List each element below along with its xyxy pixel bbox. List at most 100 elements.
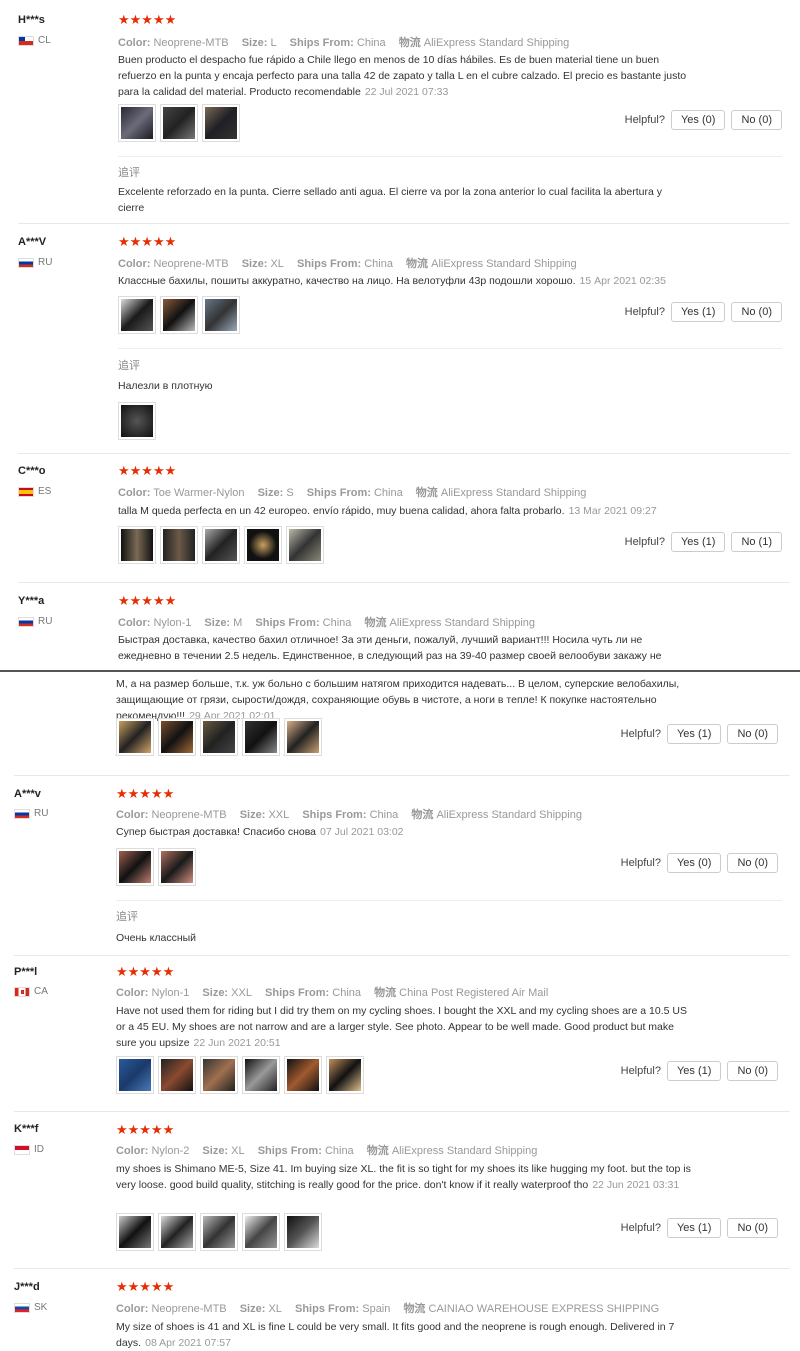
vote-no-button[interactable]: No (0)	[731, 302, 782, 322]
reviewer-country: RU	[18, 257, 52, 268]
review-photos	[118, 526, 324, 564]
vote-yes-button[interactable]: Yes (1)	[666, 724, 722, 744]
review-photos	[116, 1056, 364, 1094]
divider	[18, 582, 790, 583]
sku-info: Color: Neoprene-MTB Size: L Ships From: …	[118, 37, 570, 49]
review-photo[interactable]	[158, 1213, 196, 1251]
reviewer-country: RU	[14, 808, 48, 819]
review-photo[interactable]	[116, 848, 154, 886]
review-photo[interactable]	[118, 296, 156, 334]
flag-es-icon	[18, 486, 34, 497]
vote-yes-button[interactable]: Yes (1)	[670, 302, 726, 322]
review-photo[interactable]	[160, 104, 198, 142]
star-rating: ★★★★★	[116, 964, 175, 979]
followup-text: Excelente reforzado en la punta. Cierre …	[118, 186, 662, 214]
followup-label: 追评	[118, 167, 140, 179]
review-photos	[116, 718, 322, 756]
star-rating: ★★★★★	[116, 786, 175, 801]
divider	[14, 1268, 790, 1269]
flag-ru-icon	[18, 616, 34, 627]
review-photo[interactable]	[200, 718, 238, 756]
sku-info: Color: Nylon-1 Size: M Ships From: China…	[118, 617, 536, 629]
helpful-vote: Helpful? Yes (1) No (1)	[625, 532, 782, 552]
review-photo[interactable]	[118, 402, 156, 440]
review-date: 08 Apr 2021 07:57	[145, 1337, 231, 1349]
reviewer-country: CA	[14, 986, 48, 997]
vote-yes-button[interactable]: Yes (1)	[666, 1061, 722, 1081]
review-photo[interactable]	[118, 104, 156, 142]
review-photo[interactable]	[200, 1213, 238, 1251]
divider	[14, 955, 790, 956]
helpful-vote: Helpful? Yes (1) No (0)	[621, 724, 778, 744]
review-photo[interactable]	[202, 526, 240, 564]
vote-yes-button[interactable]: Yes (0)	[666, 853, 722, 873]
divider	[18, 223, 790, 224]
helpful-vote: Helpful? Yes (0) No (0)	[625, 110, 782, 130]
vote-no-button[interactable]: No (0)	[727, 1218, 778, 1238]
sku-info: Color: Toe Warmer-Nylon Size: S Ships Fr…	[118, 487, 587, 499]
star-rating: ★★★★★	[118, 593, 177, 608]
review-photo[interactable]	[160, 296, 198, 334]
review-photo[interactable]	[160, 526, 198, 564]
helpful-vote: Helpful? Yes (1) No (0)	[621, 1061, 778, 1081]
review-text: Супер быстрая доставка! Спасибо снова 07 …	[116, 826, 404, 838]
review-date: 22 Jun 2021 03:31	[592, 1179, 680, 1191]
followup-photos	[118, 402, 156, 440]
review-photo[interactable]	[284, 1056, 322, 1094]
review-photo[interactable]	[242, 1056, 280, 1094]
review-photo[interactable]	[158, 848, 196, 886]
review-photo[interactable]	[116, 1213, 154, 1251]
review-text: Buen producto el despacho fue rápido a C…	[118, 54, 687, 98]
vote-yes-button[interactable]: Yes (1)	[670, 532, 726, 552]
reviewer-name: J***d	[14, 1281, 40, 1293]
vote-no-button[interactable]: No (0)	[731, 110, 782, 130]
review-date: 07 Jul 2021 03:02	[320, 826, 404, 838]
vote-no-button[interactable]: No (0)	[727, 853, 778, 873]
reviewer-name: K***f	[14, 1123, 39, 1135]
review-photo[interactable]	[202, 296, 240, 334]
review-date: 13 Mar 2021 09:27	[568, 505, 657, 517]
review-text: Have not used them for riding but I did …	[116, 1005, 687, 1049]
vote-no-button[interactable]: No (1)	[731, 532, 782, 552]
sku-info: Color: Nylon-1 Size: XXL Ships From: Chi…	[116, 987, 549, 999]
review-date: 22 Jun 2021 20:51	[193, 1037, 281, 1049]
star-rating: ★★★★★	[116, 1279, 175, 1294]
review-photo[interactable]	[242, 718, 280, 756]
review-text: М, а на размер больше, т.к. уж больно с …	[116, 678, 680, 722]
helpful-vote: Helpful? Yes (1) No (0)	[625, 302, 782, 322]
star-rating: ★★★★★	[116, 1122, 175, 1137]
vote-yes-button[interactable]: Yes (0)	[670, 110, 726, 130]
review-photo[interactable]	[286, 526, 324, 564]
vote-no-button[interactable]: No (0)	[727, 1061, 778, 1081]
review-photo[interactable]	[202, 104, 240, 142]
followup-text: Налезли в плотную	[118, 380, 213, 392]
review-photo[interactable]	[116, 718, 154, 756]
reviewer-name: A***v	[14, 788, 41, 800]
reviewer-name: A***V	[18, 236, 47, 248]
review-photo[interactable]	[244, 526, 282, 564]
vote-no-button[interactable]: No (0)	[727, 724, 778, 744]
reviewer-name: H***s	[18, 14, 45, 26]
review-photo[interactable]	[200, 1056, 238, 1094]
review-photo[interactable]	[242, 1213, 280, 1251]
review-photo[interactable]	[118, 526, 156, 564]
reviewer-name: Y***a	[18, 595, 45, 607]
screenshot-seam	[0, 670, 800, 672]
vote-yes-button[interactable]: Yes (1)	[666, 1218, 722, 1238]
helpful-vote: Helpful? Yes (1) No (0)	[621, 1218, 778, 1238]
sku-info: Color: Neoprene-MTB Size: XL Ships From:…	[116, 1303, 660, 1315]
review-photo[interactable]	[158, 1056, 196, 1094]
review-photo[interactable]	[284, 718, 322, 756]
star-rating: ★★★★★	[118, 12, 177, 27]
review-text: talla M queda perfecta en un 42 europeo.…	[118, 505, 657, 517]
review-photo[interactable]	[326, 1056, 364, 1094]
flag-id-icon	[14, 1144, 30, 1155]
divider	[14, 775, 790, 776]
review-photo[interactable]	[116, 1056, 154, 1094]
review-photos	[118, 296, 240, 334]
followup-label: 追评	[116, 911, 138, 923]
review-photo[interactable]	[158, 718, 196, 756]
followup-label: 追评	[118, 360, 140, 372]
followup-text: Очень классный	[116, 932, 197, 944]
review-photo[interactable]	[284, 1213, 322, 1251]
